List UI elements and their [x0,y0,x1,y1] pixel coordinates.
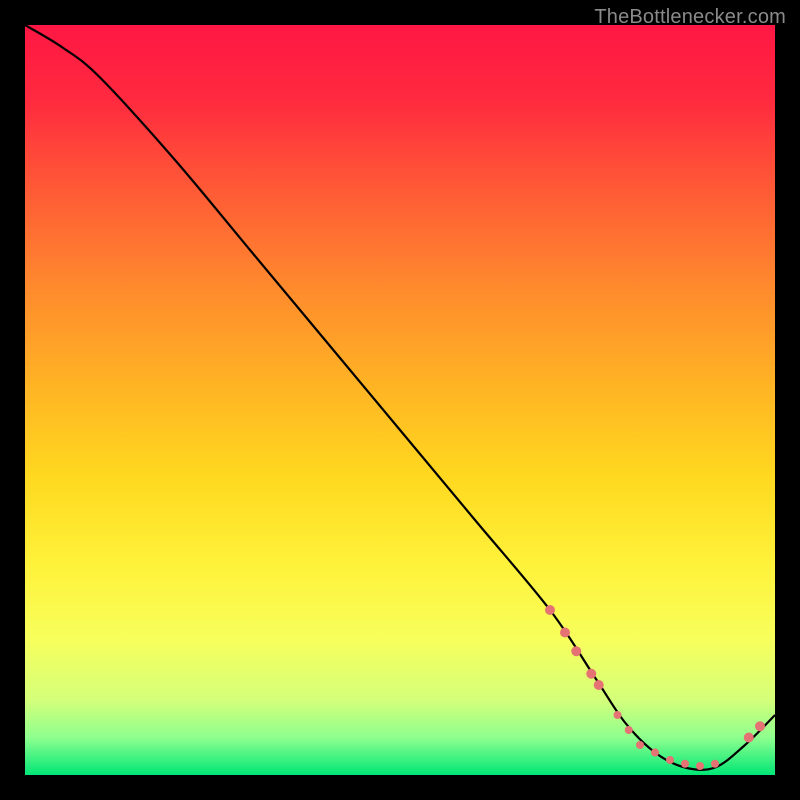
data-point [711,760,719,768]
data-point [625,726,633,734]
data-point [586,669,596,679]
data-point [651,749,659,757]
watermark-text: TheBottlenecker.com [594,6,786,29]
data-point [594,680,604,690]
gradient-background [25,25,775,775]
data-point [755,721,765,731]
data-point [545,605,555,615]
chart-area [25,25,775,775]
data-point [744,733,754,743]
data-point [636,741,644,749]
data-point [614,711,622,719]
data-point [696,762,704,770]
data-point [560,628,570,638]
data-point [681,760,689,768]
data-point [666,756,674,764]
data-point [571,646,581,656]
chart-svg [25,25,775,775]
